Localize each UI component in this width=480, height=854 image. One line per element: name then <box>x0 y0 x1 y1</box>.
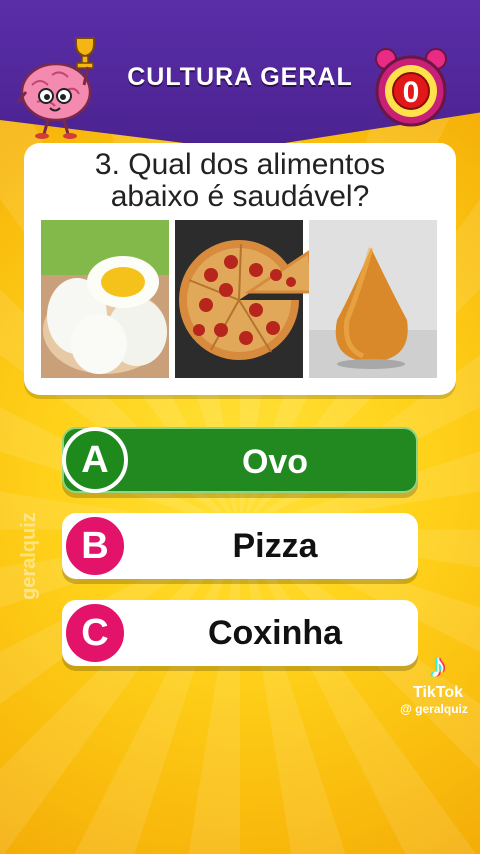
option-letter-c: C <box>62 600 128 666</box>
timer-value: 0 <box>403 76 420 109</box>
answer-option-b[interactable]: B Pizza <box>62 513 418 579</box>
page-title: CULTURA GERAL <box>127 63 353 91</box>
alarm-clock-timer-icon: 0 <box>375 48 447 127</box>
boiled-eggs-image <box>41 220 169 378</box>
question-card: 3. Qual dos alimentos abaixo é saudável? <box>24 143 456 395</box>
option-label-c: Coxinha <box>207 614 343 652</box>
food-images <box>41 220 437 378</box>
option-letter-a: A <box>62 427 128 493</box>
answer-option-c[interactable]: C Coxinha <box>62 600 418 666</box>
coxinha-image <box>309 220 437 378</box>
answer-option-a[interactable]: A Ovo <box>62 427 418 493</box>
pepperoni-pizza-image <box>175 220 315 378</box>
brain-mascot-icon <box>16 37 95 139</box>
tiktok-brand: TikTok <box>412 684 464 701</box>
question-line-2: abaixo é saudável? <box>110 180 370 213</box>
tiktok-badge: ♪ TikTok @ geralquiz <box>400 648 476 716</box>
option-label-b: Pizza <box>232 527 318 565</box>
tiktok-logo-icon: ♪ <box>429 647 447 685</box>
option-label-a: Ovo <box>241 443 309 481</box>
option-letter-b: B <box>62 513 128 579</box>
question-line-1: 3. Qual dos alimentos <box>94 148 386 181</box>
watermark-text: geralquiz <box>18 512 40 600</box>
tiktok-handle: @ geralquiz <box>400 702 468 716</box>
